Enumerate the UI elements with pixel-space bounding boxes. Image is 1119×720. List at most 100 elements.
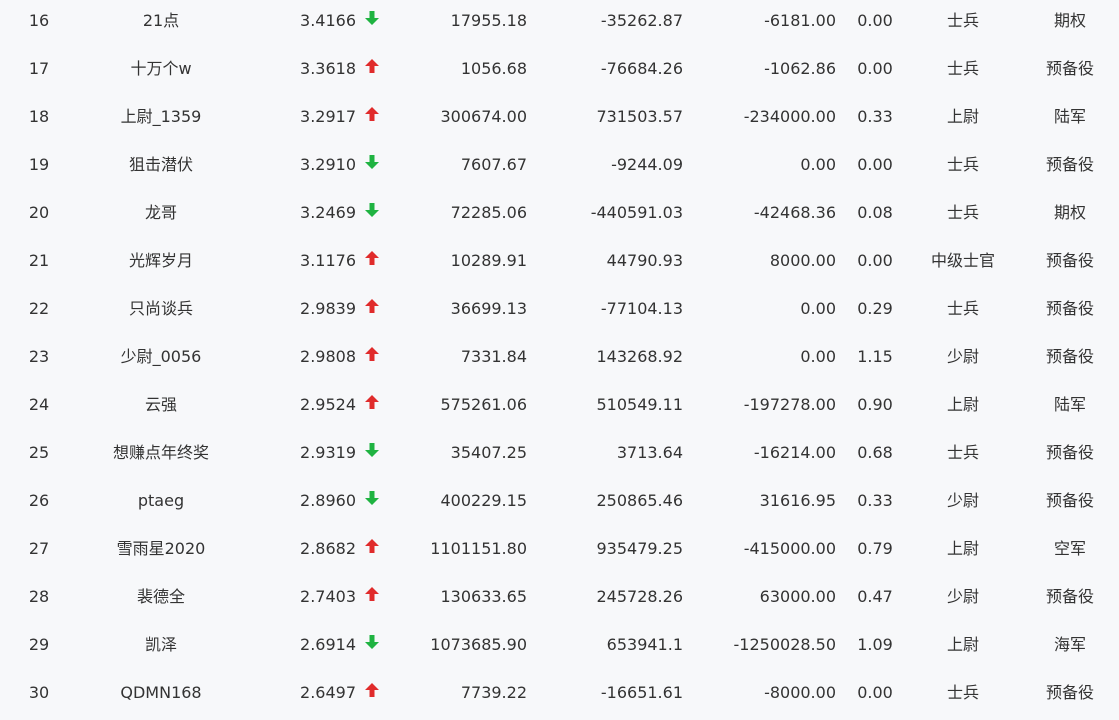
score-cell: 2.7403 xyxy=(300,587,356,606)
table-row[interactable]: 28 裴德全 2.7403 130633.65 245728.26 63000.00 0.4… xyxy=(0,576,1119,624)
table-row[interactable]: 20 龙哥 3.2469 72285.06 -440591.03 -42468.36 0.0… xyxy=(0,192,1119,240)
name-cell: 光辉岁月 xyxy=(128,251,193,270)
score-cell: 2.9524 xyxy=(300,395,356,414)
score-cell: 2.8960 xyxy=(300,491,356,510)
ratio-cell: 1.15 xyxy=(857,347,893,366)
score-cell: 3.2917 xyxy=(300,107,356,126)
rank-cell: 23 xyxy=(28,347,50,366)
value3-cell: -197278.00 xyxy=(743,395,836,414)
table-row[interactable]: 24 云强 2.9524 575261.06 510549.11 -197278.00 0.… xyxy=(0,384,1119,432)
rank-cell: 27 xyxy=(28,539,50,558)
score-cell: 3.3618 xyxy=(300,59,356,78)
arrow-down-icon xyxy=(364,480,384,528)
ratio-cell: 0.68 xyxy=(857,443,893,462)
table-row[interactable]: 26 ptaeg 2.8960 400229.15 250865.46 31616.95 0… xyxy=(0,480,1119,528)
name-cell: 上尉_1359 xyxy=(120,107,202,126)
name-cell: 裴德全 xyxy=(136,587,185,606)
table-row[interactable]: 22 只尚谈兵 2.9839 36699.13 -77104.13 0.00 0.29 士兵 预… xyxy=(0,288,1119,336)
rank-cell: 17 xyxy=(28,59,50,78)
value3-cell: -42468.36 xyxy=(753,203,836,222)
ratio-cell: 0.00 xyxy=(857,251,893,270)
value1-cell: 130633.65 xyxy=(440,587,527,606)
rank-cell: 20 xyxy=(28,203,50,222)
arrow-down-icon xyxy=(364,0,384,48)
ratio-cell: 0.08 xyxy=(857,203,893,222)
ratio-cell: 0.33 xyxy=(857,107,893,126)
level-cell: 士兵 xyxy=(946,443,979,462)
table-row[interactable]: 16 21点 3.4166 17955.18 -35262.87 -6181.00 0.00… xyxy=(0,0,1119,48)
ratio-cell: 0.00 xyxy=(857,11,893,30)
type-cell: 预备役 xyxy=(1045,251,1094,270)
table-row[interactable]: 21 光辉岁月 3.1176 10289.91 44790.93 8000.00 0.00 中… xyxy=(0,240,1119,288)
table-row[interactable]: 19 狙击潜伏 3.2910 7607.67 -9244.09 0.00 0.00 士兵 预备役 xyxy=(0,144,1119,192)
level-cell: 少尉 xyxy=(946,491,979,510)
ratio-cell: 0.33 xyxy=(857,491,893,510)
table-row[interactable]: 27 雪雨星2020 2.8682 1101151.80 935479.25 -41500… xyxy=(0,528,1119,576)
arrow-up-icon xyxy=(364,576,384,624)
arrow-down-icon xyxy=(364,192,384,240)
score-cell: 3.2910 xyxy=(300,155,356,174)
type-cell: 预备役 xyxy=(1045,59,1094,78)
value3-cell: 63000.00 xyxy=(759,587,836,606)
arrow-down-icon xyxy=(364,432,384,480)
arrow-up-icon xyxy=(364,288,384,336)
value1-cell: 300674.00 xyxy=(440,107,527,126)
type-cell: 陆军 xyxy=(1053,395,1086,414)
type-cell: 预备役 xyxy=(1045,491,1094,510)
name-cell: 龙哥 xyxy=(144,203,177,222)
value3-cell: -1062.86 xyxy=(764,59,836,78)
arrow-up-icon xyxy=(364,384,384,432)
ratio-cell: 0.00 xyxy=(857,59,893,78)
value1-cell: 575261.06 xyxy=(440,395,527,414)
table-row[interactable]: 18 上尉_1359 3.2917 300674.00 731503.57 -234000… xyxy=(0,96,1119,144)
type-cell: 预备役 xyxy=(1045,443,1094,462)
level-cell: 少尉 xyxy=(946,587,979,606)
score-cell: 2.9319 xyxy=(300,443,356,462)
value2-cell: 935479.25 xyxy=(596,539,683,558)
table-row[interactable]: 25 想赚点年终奖 2.9319 35407.25 3713.64 -16214.00 0.… xyxy=(0,432,1119,480)
rank-cell: 22 xyxy=(28,299,50,318)
value1-cell: 1101151.80 xyxy=(430,539,527,558)
value2-cell: -9244.09 xyxy=(611,155,683,174)
value3-cell: 0.00 xyxy=(800,347,836,366)
arrow-up-icon xyxy=(364,240,384,288)
level-cell: 少尉 xyxy=(946,347,979,366)
level-cell: 士兵 xyxy=(946,59,979,78)
value2-cell: 250865.46 xyxy=(596,491,683,510)
value3-cell: -6181.00 xyxy=(764,11,836,30)
score-cell: 2.9808 xyxy=(300,347,356,366)
value1-cell: 10289.91 xyxy=(450,251,527,270)
level-cell: 上尉 xyxy=(946,395,979,414)
value2-cell: 143268.92 xyxy=(596,347,683,366)
score-cell: 3.4166 xyxy=(300,11,356,30)
type-cell: 期权 xyxy=(1053,11,1086,30)
table-row[interactable]: 23 少尉_0056 2.9808 7331.84 143268.92 0.00 1.15 少… xyxy=(0,336,1119,384)
level-cell: 士兵 xyxy=(946,11,979,30)
rank-cell: 16 xyxy=(28,11,50,30)
value3-cell: 8000.00 xyxy=(769,251,836,270)
level-cell: 上尉 xyxy=(946,635,979,654)
value3-cell: -1250028.50 xyxy=(733,635,836,654)
value1-cell: 72285.06 xyxy=(450,203,527,222)
table-row[interactable]: 17 十万个w 3.3618 1056.68 -76684.26 -1062.86 0.00… xyxy=(0,48,1119,96)
rank-cell: 25 xyxy=(28,443,50,462)
value3-cell: 0.00 xyxy=(800,155,836,174)
ratio-cell: 0.47 xyxy=(857,587,893,606)
arrow-up-icon xyxy=(364,336,384,384)
ratio-cell: 1.09 xyxy=(857,635,893,654)
value3-cell: 31616.95 xyxy=(759,491,836,510)
arrow-down-icon xyxy=(364,624,384,672)
rank-cell: 21 xyxy=(28,251,50,270)
table-row[interactable]: 29 凯泽 2.6914 1073685.90 653941.1 -1250028.50 1… xyxy=(0,624,1119,672)
value1-cell: 35407.25 xyxy=(450,443,527,462)
value2-cell: -440591.03 xyxy=(590,203,683,222)
arrow-up-icon xyxy=(364,528,384,576)
type-cell: 预备役 xyxy=(1045,347,1094,366)
rank-cell: 18 xyxy=(28,107,50,126)
name-cell: 21点 xyxy=(142,11,180,30)
value2-cell: 731503.57 xyxy=(596,107,683,126)
value1-cell: 17955.18 xyxy=(450,11,527,30)
score-cell: 2.8682 xyxy=(300,539,356,558)
type-cell: 陆军 xyxy=(1053,107,1086,126)
type-cell: 海军 xyxy=(1053,635,1086,654)
